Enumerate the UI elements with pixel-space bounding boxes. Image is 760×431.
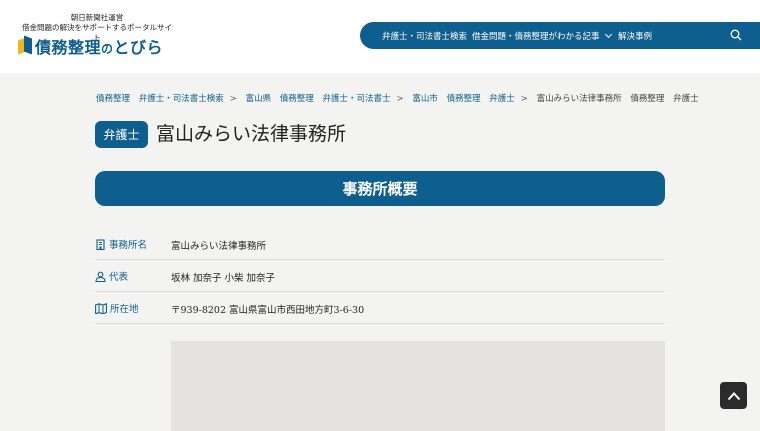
person-icon (95, 271, 106, 282)
site-header: 朝日新聞社運営 借金問題の解決をサポートするポータルサイト 債務整理のとびら 弁… (0, 0, 760, 73)
door-logo-icon (18, 35, 32, 55)
site-logo[interactable]: 債務整理のとびら (18, 34, 163, 58)
breadcrumb-tag: 債務整理 (630, 94, 665, 104)
building-icon (96, 238, 105, 250)
section-heading: 事務所概要 (95, 171, 665, 206)
chevron-up-icon (727, 391, 740, 400)
logo-text-end: とびら (113, 38, 164, 57)
info-label-text: 代表 (109, 272, 129, 283)
info-label: 事務所名 (95, 237, 147, 251)
logo-text: 債務整理のとびら (35, 34, 163, 58)
breadcrumb-item[interactable]: 債務整理 (447, 94, 481, 104)
nav-item-articles-label: 借金問題・債務整理がわかる記事 (472, 32, 600, 42)
breadcrumb-item[interactable]: 債務整理 (96, 94, 130, 104)
breadcrumb-item[interactable]: 富山県 (246, 94, 272, 104)
tagline-operator: 朝日新聞社運営 (70, 13, 124, 22)
info-value: 〒939-8202 富山県富山市西田地方町3-6-30 (171, 305, 365, 316)
breadcrumb-item[interactable]: 弁護士 (489, 94, 515, 104)
chevron-down-icon (604, 30, 612, 39)
back-to-top-button[interactable] (720, 382, 747, 409)
info-row-office-name: 事務所名 富山みらい法律事務所 (95, 228, 665, 260)
logo-text-no: の (101, 42, 114, 56)
nav-item-search-lawyers[interactable]: 弁護士・司法書士検索 (382, 30, 467, 42)
info-label: 代表 (95, 269, 128, 283)
nav-item-case-studies[interactable]: 解決事例 (618, 30, 652, 42)
info-label-text: 事務所名 (109, 240, 148, 251)
office-info-list: 事務所名 富山みらい法律事務所 代表 坂林 加奈子 小柴 加奈子 所在地 〒93… (95, 228, 665, 324)
info-row-representative: 代表 坂林 加奈子 小柴 加奈子 (95, 260, 665, 292)
breadcrumb-current: 富山みらい法律事務所 (536, 94, 622, 104)
breadcrumb-item[interactable]: 弁護士・司法書士 (323, 94, 391, 104)
breadcrumb-separator: > (229, 94, 237, 104)
breadcrumb-tag: 弁護士 (673, 94, 699, 104)
info-value: 富山みらい法律事務所 (171, 241, 267, 252)
category-badge: 弁護士 (95, 121, 148, 148)
breadcrumb-item[interactable]: 債務整理 (280, 94, 314, 104)
breadcrumb-item[interactable]: 富山市 (412, 94, 438, 104)
main-nav: 弁護士・司法書士検索 借金問題・債務整理がわかる記事 解決事例 (360, 22, 760, 49)
search-icon[interactable] (730, 29, 742, 41)
breadcrumb-item[interactable]: 弁護士・司法書士検索 (139, 94, 224, 104)
info-label: 所在地 (95, 301, 139, 315)
info-row-address: 所在地 〒939-8202 富山県富山市西田地方町3-6-30 (95, 292, 665, 324)
info-value: 坂林 加奈子 小柴 加奈子 (171, 273, 276, 284)
breadcrumb: 債務整理 弁護士・司法書士検索 > 富山県 債務整理 弁護士・司法書士 > 富山市 … (96, 92, 705, 104)
info-label-text: 所在地 (110, 304, 139, 315)
breadcrumb-separator: > (520, 94, 528, 104)
nav-item-articles[interactable]: 借金問題・債務整理がわかる記事 (472, 30, 612, 42)
page-title: 富山みらい法律事務所 (156, 123, 347, 145)
breadcrumb-separator: > (396, 94, 404, 104)
office-map[interactable] (171, 341, 665, 431)
map-icon (95, 302, 107, 314)
logo-text-main: 債務整理 (35, 38, 102, 57)
